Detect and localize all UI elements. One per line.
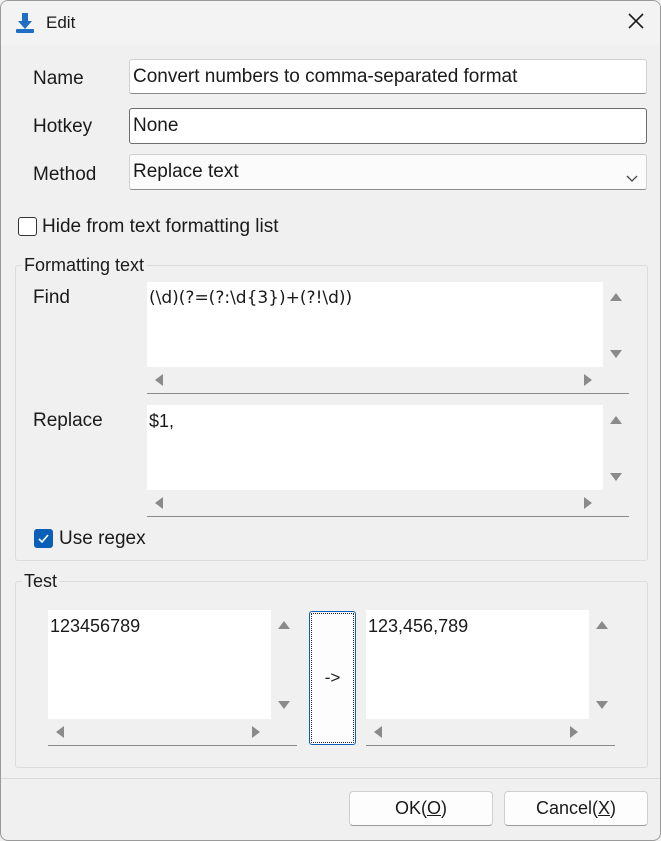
scroll-down-icon[interactable] [278,701,290,709]
title-bar: Edit [1,1,660,45]
hotkey-label: Hotkey [33,116,93,137]
scroll-down-icon[interactable] [610,473,622,481]
scroll-right-icon[interactable] [570,726,578,738]
scroll-right-icon[interactable] [584,497,592,509]
hotkey-input[interactable]: None [129,108,647,144]
scroll-corner [603,367,629,393]
use-regex-checkbox[interactable] [34,529,53,548]
scroll-up-icon[interactable] [610,293,622,301]
scroll-up-icon[interactable] [596,621,608,629]
find-vertical-scrollbar[interactable] [603,282,629,368]
test-group-title: Test [22,571,60,592]
find-label: Find [33,287,70,308]
scroll-right-icon[interactable] [252,726,260,738]
download-arrow-icon [15,12,35,34]
scroll-down-icon[interactable] [610,350,622,358]
window-title: Edit [46,13,76,32]
ok-button[interactable]: OK(O) [349,791,493,826]
scroll-left-icon[interactable] [56,726,64,738]
scroll-left-icon[interactable] [374,726,382,738]
method-select-value: Replace text [133,161,239,182]
replace-text: $1, [149,411,175,431]
close-icon [627,12,645,35]
checkmark-icon [38,534,49,544]
find-horizontal-scrollbar[interactable] [147,367,603,393]
cancel-mnemonic: X [598,798,611,818]
test-input-horizontal-scrollbar[interactable] [48,719,271,745]
footer-divider [1,778,660,779]
ok-mnemonic: O [427,798,442,818]
scroll-corner [603,490,629,516]
ok-button-label: OK( [394,798,427,818]
edit-dialog: Edit Name Convert numbers to comma-separ… [0,0,661,841]
test-output-horizontal-scrollbar[interactable] [366,719,589,745]
replace-horizontal-scrollbar[interactable] [147,490,603,516]
hide-checkbox[interactable] [18,217,37,236]
use-regex-label: Use regex [59,528,146,549]
ok-button-label-end: ) [441,798,448,818]
hide-label: Hide from text formatting list [42,216,279,237]
replace-label: Replace [33,410,103,431]
convert-button[interactable]: -> [309,611,356,745]
test-input-textarea[interactable]: 123456789 [48,610,297,746]
scroll-down-icon[interactable] [596,701,608,709]
test-output-vertical-scrollbar[interactable] [589,610,615,720]
cancel-button[interactable]: Cancel(X) [504,791,648,826]
test-output-textarea[interactable]: 123,456,789 [366,610,615,746]
close-button[interactable] [617,7,655,39]
name-input[interactable]: Convert numbers to comma-separated forma… [129,59,647,94]
method-label: Method [33,164,97,185]
test-input-vertical-scrollbar[interactable] [271,610,297,720]
scroll-left-icon[interactable] [155,497,163,509]
scroll-corner [589,719,615,745]
scroll-up-icon[interactable] [610,416,622,424]
formatting-group-title: Formatting text [22,255,147,276]
scroll-right-icon[interactable] [584,374,592,386]
test-input-text: 123456789 [50,616,141,636]
name-label: Name [33,68,84,89]
cancel-button-label: Cancel( [535,798,598,818]
test-output-text: 123,456,789 [368,616,469,636]
scroll-up-icon[interactable] [278,621,290,629]
scroll-left-icon[interactable] [155,374,163,386]
find-textarea[interactable]: (\d)(?=(?:\d{3})+(?!\d)) [147,282,629,394]
replace-textarea[interactable]: $1, [147,405,629,517]
find-text: (\d)(?=(?:\d{3})+(?!\d)) [149,288,353,308]
replace-vertical-scrollbar[interactable] [603,405,629,491]
method-select[interactable]: Replace text [129,154,647,190]
scroll-corner [271,719,297,745]
chevron-down-icon [626,167,638,189]
cancel-button-label-end: ) [610,798,617,818]
